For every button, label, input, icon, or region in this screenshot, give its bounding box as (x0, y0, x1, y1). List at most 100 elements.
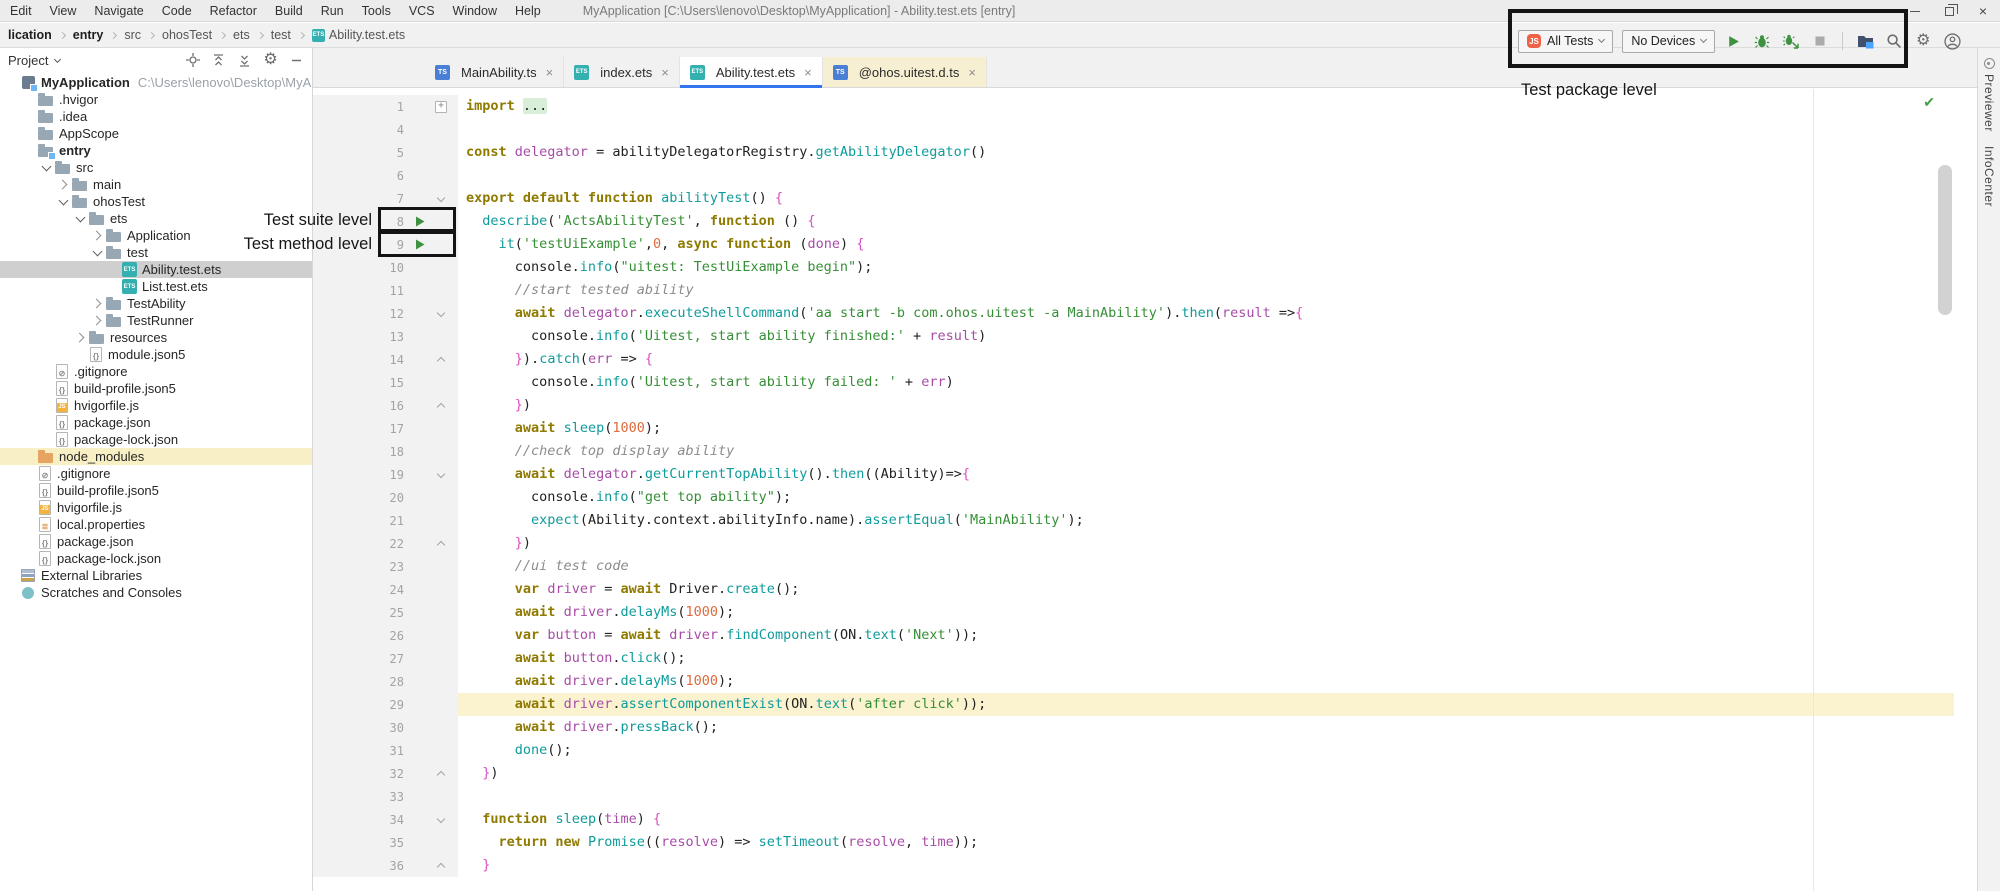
project-tree-item[interactable]: ohosTest (0, 193, 312, 210)
project-tree-item[interactable]: {}package-lock.json (0, 431, 312, 448)
collapse-all-icon[interactable] (237, 53, 252, 68)
chevron-down-icon[interactable] (40, 162, 52, 174)
menu-tools[interactable]: Tools (362, 4, 391, 18)
chevron-right-icon[interactable] (91, 298, 103, 310)
settings-icon[interactable]: ⚙ (263, 53, 278, 68)
menu-build[interactable]: Build (275, 4, 303, 18)
close-button[interactable]: × (1966, 0, 2000, 22)
chevron-right-icon[interactable] (91, 230, 103, 242)
project-view-selector[interactable]: Project (8, 53, 48, 68)
editor-scrollbar[interactable] (1938, 165, 1952, 315)
breadcrumb-item[interactable]: lication (8, 28, 52, 42)
project-tree-item[interactable]: {}package-lock.json (0, 550, 312, 567)
hide-icon[interactable] (289, 53, 304, 68)
chevron-down-icon[interactable] (91, 247, 103, 259)
fold-marker-icon[interactable] (430, 473, 452, 477)
locate-icon[interactable] (185, 53, 200, 68)
close-icon[interactable]: × (546, 65, 554, 80)
breadcrumb-item[interactable]: src (124, 28, 141, 42)
minimize-button[interactable] (1898, 0, 1932, 22)
menu-vcs[interactable]: VCS (409, 4, 435, 18)
code-content[interactable]: }) (458, 762, 1954, 785)
code-content[interactable]: it('testUiExample',0, async function (do… (458, 233, 1954, 256)
project-tree-item[interactable]: {}package.json (0, 414, 312, 431)
code-content[interactable]: done(); (458, 739, 1954, 762)
project-tree-item[interactable]: {}build-profile.json5 (0, 380, 312, 397)
code-content[interactable]: await driver.pressBack(); (458, 716, 1954, 739)
code-content[interactable]: console.info('Uitest, start ability fini… (458, 325, 1954, 348)
code-content[interactable]: function sleep(time) { (458, 808, 1954, 831)
code-content[interactable]: await sleep(1000); (458, 417, 1954, 440)
project-tree-item[interactable]: External Libraries (0, 567, 312, 584)
fold-marker-icon[interactable] (430, 770, 452, 778)
project-tree-item[interactable]: TestRunner (0, 312, 312, 329)
project-tree-item[interactable]: .idea (0, 108, 312, 125)
editor-tab[interactable]: TSMainAbility.ts× (425, 57, 564, 87)
run-test-icon[interactable] (409, 216, 430, 227)
code-editor[interactable]: 1import ...45const delegator = abilityDe… (313, 89, 1954, 891)
tool-window-button-previewer[interactable]: Previewer (1982, 58, 1996, 132)
project-tree-item[interactable]: {}build-profile.json5 (0, 482, 312, 499)
project-tree-item[interactable]: main (0, 176, 312, 193)
code-content[interactable]: }) (458, 394, 1954, 417)
menu-refactor[interactable]: Refactor (210, 4, 257, 18)
project-tree-item[interactable]: ⊘.gitignore (0, 363, 312, 380)
code-content[interactable]: }) (458, 532, 1954, 555)
project-tree-item[interactable]: .hvigor (0, 91, 312, 108)
code-content[interactable]: await driver.assertComponentExist(ON.tex… (458, 693, 1954, 716)
code-content[interactable]: } (458, 854, 1954, 877)
device-file-browser-icon[interactable] (1856, 32, 1874, 50)
project-tree-item[interactable]: ETSAbility.test.ets (0, 261, 312, 278)
close-icon[interactable]: × (661, 65, 669, 80)
breadcrumb-item[interactable]: entry (73, 28, 104, 42)
code-content[interactable]: await delegator.getCurrentTopAbility().t… (458, 463, 1954, 486)
project-tree-item[interactable]: AppScope (0, 125, 312, 142)
project-tree-item[interactable]: ≣local.properties (0, 516, 312, 533)
breadcrumb-item[interactable]: ETSAbility.test.ets (312, 28, 405, 42)
code-content[interactable]: console.info("uitest: TestUiExample begi… (458, 256, 1954, 279)
menu-code[interactable]: Code (162, 4, 192, 18)
project-tree-item[interactable]: TestAbility (0, 295, 312, 312)
code-content[interactable]: describe('ActsAbilityTest', function () … (458, 210, 1954, 233)
debug-icon[interactable] (1753, 32, 1771, 50)
code-content[interactable]: await button.click(); (458, 647, 1954, 670)
project-tree-item[interactable]: JShvigorfile.js (0, 499, 312, 516)
menu-help[interactable]: Help (515, 4, 541, 18)
code-content[interactable]: const delegator = abilityDelegatorRegist… (458, 141, 1954, 164)
code-content[interactable]: import ... (458, 95, 1954, 118)
project-tree-item[interactable]: {}package.json (0, 533, 312, 550)
code-content[interactable]: await driver.delayMs(1000); (458, 670, 1954, 693)
editor-tab[interactable]: ETSAbility.test.ets× (680, 57, 823, 87)
device-select[interactable]: No Devices (1622, 30, 1715, 53)
fold-marker-icon[interactable] (430, 101, 452, 113)
project-tree-item[interactable]: ⊘.gitignore (0, 465, 312, 482)
code-content[interactable]: }).catch(err => { (458, 348, 1954, 371)
stop-icon[interactable] (1811, 32, 1829, 50)
fold-marker-icon[interactable] (430, 862, 452, 870)
code-content[interactable]: console.info("get top ability"); (458, 486, 1954, 509)
code-content[interactable] (458, 785, 1954, 808)
fold-marker-icon[interactable] (430, 356, 452, 364)
editor-tab[interactable]: TS@ohos.uitest.d.ts× (823, 57, 987, 87)
code-content[interactable] (458, 164, 1954, 187)
run-icon[interactable] (1724, 32, 1742, 50)
attach-debugger-icon[interactable] (1782, 32, 1800, 50)
fold-marker-icon[interactable] (430, 312, 452, 316)
menu-window[interactable]: Window (453, 4, 497, 18)
code-content[interactable]: await delegator.executeShellCommand('aa … (458, 302, 1954, 325)
inspections-ok-icon[interactable]: ✔ (1923, 94, 1935, 111)
menu-view[interactable]: View (50, 4, 77, 18)
project-tree-item[interactable]: entry (0, 142, 312, 159)
code-content[interactable]: //check top display ability (458, 440, 1954, 463)
fold-marker-icon[interactable] (430, 540, 452, 548)
project-tree-item[interactable]: Scratches and Consoles (0, 584, 312, 601)
project-tree-item[interactable]: {}module.json5 (0, 346, 312, 363)
code-content[interactable]: await driver.delayMs(1000); (458, 601, 1954, 624)
chevron-down-icon[interactable] (74, 213, 86, 225)
menu-edit[interactable]: Edit (10, 4, 32, 18)
close-icon[interactable]: × (968, 65, 976, 80)
fold-marker-icon[interactable] (430, 197, 452, 201)
breadcrumb-item[interactable]: ohosTest (162, 28, 212, 42)
editor-tab[interactable]: ETSindex.ets× (564, 57, 680, 87)
tool-window-button-infocenter[interactable]: InfoCenter (1982, 146, 1996, 207)
